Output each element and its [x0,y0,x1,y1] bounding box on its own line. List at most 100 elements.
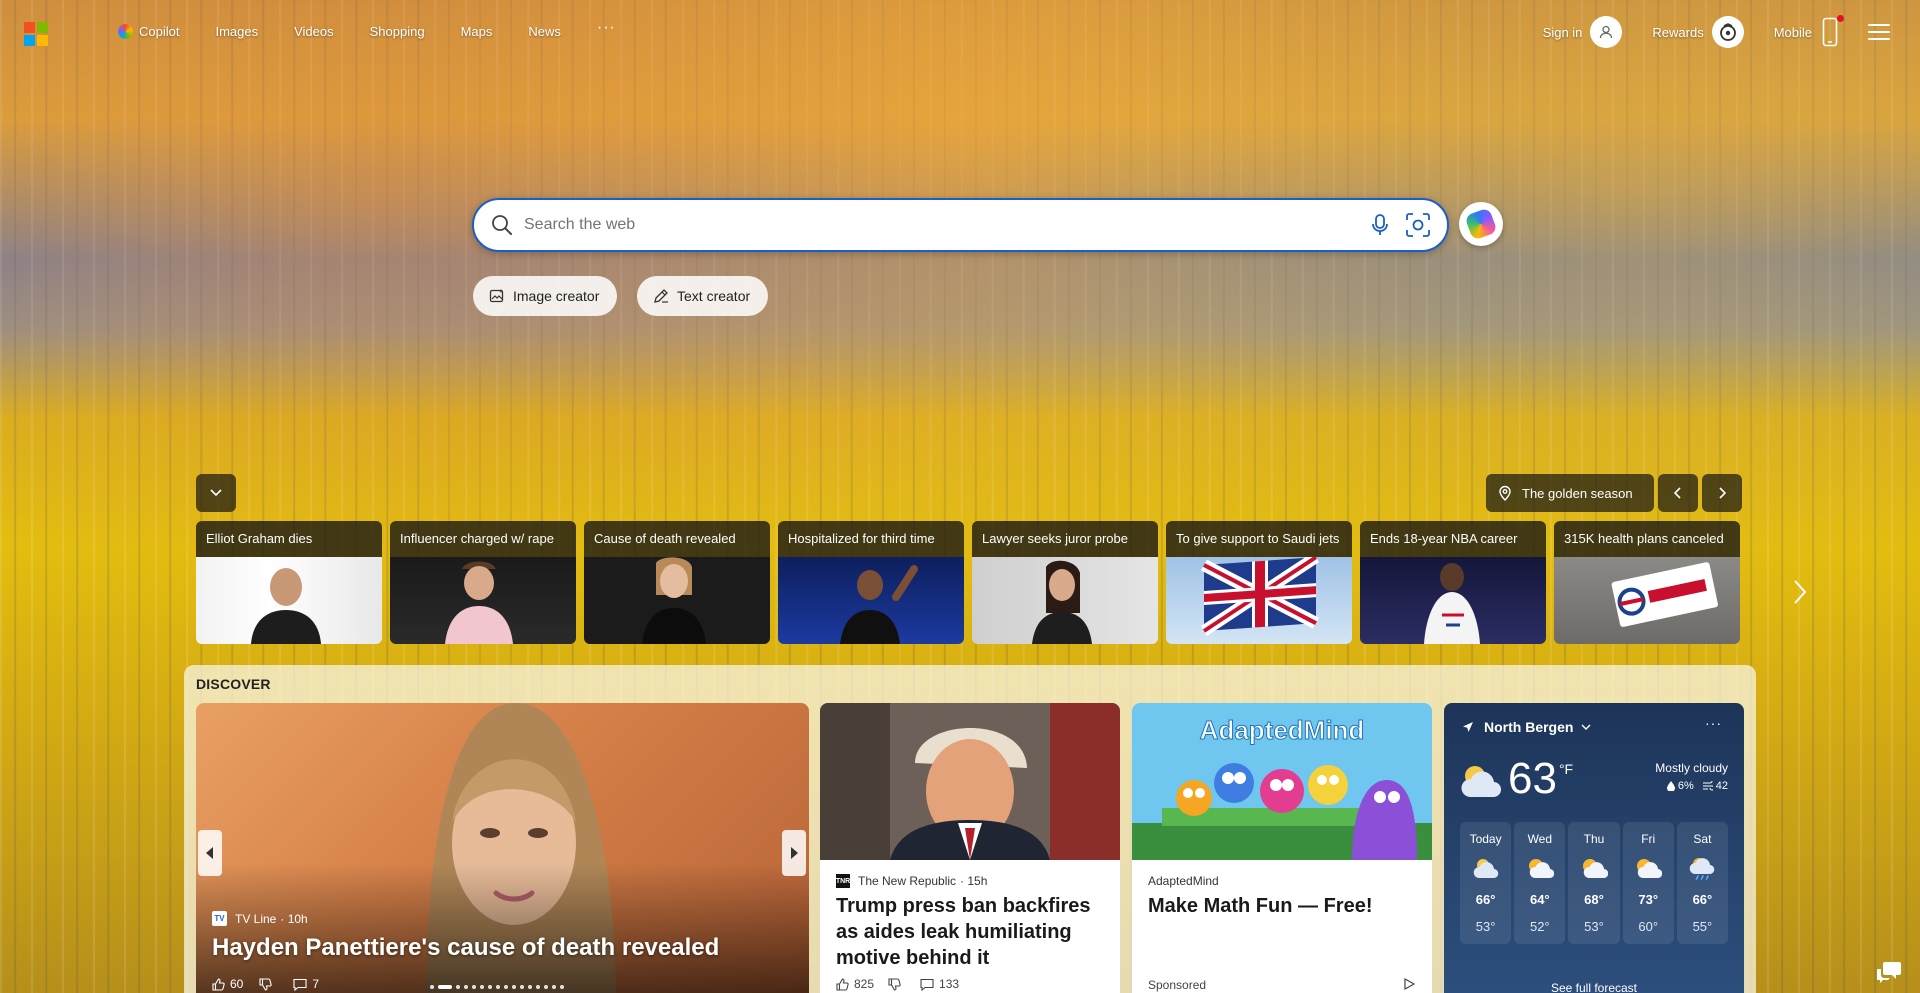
menu-icon[interactable] [1868,24,1890,40]
trending-card[interactable]: To give support to Saudi jets [1166,521,1352,644]
nav-more-button[interactable]: ··· [597,19,616,37]
carousel-dot[interactable] [520,985,524,989]
news-card[interactable]: TNR The New Republic · 15h Trump press b… [820,703,1120,993]
trending-card[interactable]: Ends 18-year NBA career [1360,521,1546,644]
sign-in-button[interactable]: Sign in [1543,16,1623,48]
trending-card[interactable]: Influencer charged w/ rape [390,521,576,644]
dislike-button[interactable] [888,977,906,991]
trending-next-button[interactable] [1786,574,1814,610]
rewards-button[interactable]: Rewards [1652,16,1744,48]
like-button[interactable]: 60 [212,977,243,991]
mobile-button[interactable]: Mobile [1774,15,1844,47]
trending-card[interactable]: Lawyer seeks juror probe [972,521,1158,644]
collapse-button[interactable] [196,474,236,512]
image-info-pill[interactable]: The golden season [1486,474,1654,512]
news-source[interactable]: TNR The New Republic · 15h [836,874,987,888]
image-creator-chip[interactable]: Image creator [473,276,618,316]
trending-card-title: To give support to Saudi jets [1166,521,1352,557]
next-image-button[interactable] [1702,474,1742,512]
microphone-icon[interactable] [1367,212,1393,238]
microsoft-logo[interactable] [24,22,48,46]
forecast-day[interactable]: Sat 66° 55° [1676,822,1729,944]
carousel-dot[interactable] [512,985,516,989]
nav-news[interactable]: News [528,24,561,39]
carousel-dot[interactable] [472,985,476,989]
carousel-dot[interactable] [488,985,492,989]
carousel-dot[interactable] [456,985,460,989]
carousel-dot[interactable] [528,985,532,989]
nav-images[interactable]: Images [215,24,258,39]
carousel-dot[interactable] [430,985,434,989]
forecast-day[interactable]: Thu 68° 53° [1568,822,1620,944]
nav-videos[interactable]: Videos [294,24,334,39]
search-box [472,198,1449,252]
carousel-dot[interactable] [560,985,564,989]
trending-card-title: 315K health plans canceled [1554,521,1740,557]
comment-button[interactable]: 133 [920,977,959,991]
carousel-dot-active[interactable] [438,985,452,989]
forecast-day[interactable]: Today 66° 53° [1460,822,1512,944]
forecast-high: 66° [1475,892,1496,907]
carousel-dot[interactable] [480,985,484,989]
nav-maps[interactable]: Maps [461,24,493,39]
trending-card[interactable]: Hospitalized for third time [778,521,964,644]
rain-showers-icon [1690,858,1715,880]
weather-more-button[interactable]: ··· [1705,715,1722,731]
trending-card[interactable]: Elliot Graham dies [196,521,382,644]
ad-choices-icon[interactable] [1402,977,1416,991]
dislike-button[interactable] [259,977,277,991]
trending-card[interactable]: 315K health plans canceled [1554,521,1740,644]
carousel-dot[interactable] [536,985,540,989]
sponsored-card[interactable]: AdaptedMind AdaptedMind Make Math Fun — … [1132,703,1432,993]
rewards-label: Rewards [1652,24,1704,40]
forecast-day[interactable]: Wed 64° 52° [1514,822,1566,944]
sponsored-headline[interactable]: Make Math Fun — Free! [1148,893,1420,919]
weather-card[interactable]: North Bergen ··· 63 °F Mostly cloudy 6% … [1444,703,1744,993]
trending-card[interactable]: Cause of death revealed [584,521,770,644]
copilot-button[interactable] [1459,202,1503,246]
forecast-day-name: Wed [1527,832,1553,846]
weather-condition: Mostly cloudy [1655,761,1728,775]
see-full-forecast-link[interactable]: See full forecast [1444,981,1744,993]
news-actions: 825 133 [836,977,973,991]
trending-card-title: Lawyer seeks juror probe [972,521,1158,557]
comment-button[interactable]: 7 [293,977,319,991]
nav-shopping[interactable]: Shopping [370,24,425,39]
weather-location-selector[interactable]: North Bergen [1462,719,1601,735]
news-headline[interactable]: Trump press ban backfires as aides leak … [836,893,1108,971]
hero-previous-button[interactable] [198,830,222,876]
raindrop-icon [1666,781,1675,791]
hero-headline[interactable]: Hayden Panettiere's cause of death revea… [212,934,719,962]
text-creator-chip[interactable]: Text creator [637,276,769,316]
trending-card-image [1166,552,1352,644]
like-button[interactable]: 825 [836,977,874,991]
image-creator-label: Image creator [513,288,600,304]
hero-actions: 60 7 [212,977,335,991]
current-weather: 63 °F [1458,755,1573,803]
hero-next-button[interactable] [782,830,806,876]
carousel-dot[interactable] [504,985,508,989]
weather-stats: 6% 42 [1659,780,1728,792]
hero-source[interactable]: TV TV Line · 10h [212,911,308,926]
forecast-low: 52° [1529,919,1550,934]
carousel-dot[interactable] [464,985,468,989]
comment-icon [920,978,934,991]
carousel-dots [430,985,564,989]
chevron-down-icon [210,489,222,497]
search-input[interactable] [524,216,1355,234]
nav-copilot[interactable]: Copilot [118,24,179,39]
hero-source-name: TV Line [235,911,277,926]
carousel-dot[interactable] [496,985,500,989]
temperature-unit[interactable]: °F [1559,761,1573,777]
carousel-dot[interactable] [544,985,548,989]
comment-count: 133 [939,977,960,991]
hero-age: · 10h [280,911,308,926]
sponsor-name[interactable]: AdaptedMind [1148,874,1219,888]
forecast-day-name: Today [1469,832,1502,846]
previous-image-button[interactable] [1658,474,1698,512]
forecast-day[interactable]: Fri 73° 60° [1622,822,1674,944]
visual-search-icon[interactable] [1405,212,1431,238]
notification-dot [1837,15,1844,22]
carousel-dot[interactable] [552,985,556,989]
feedback-chat-icon[interactable] [1876,960,1902,984]
